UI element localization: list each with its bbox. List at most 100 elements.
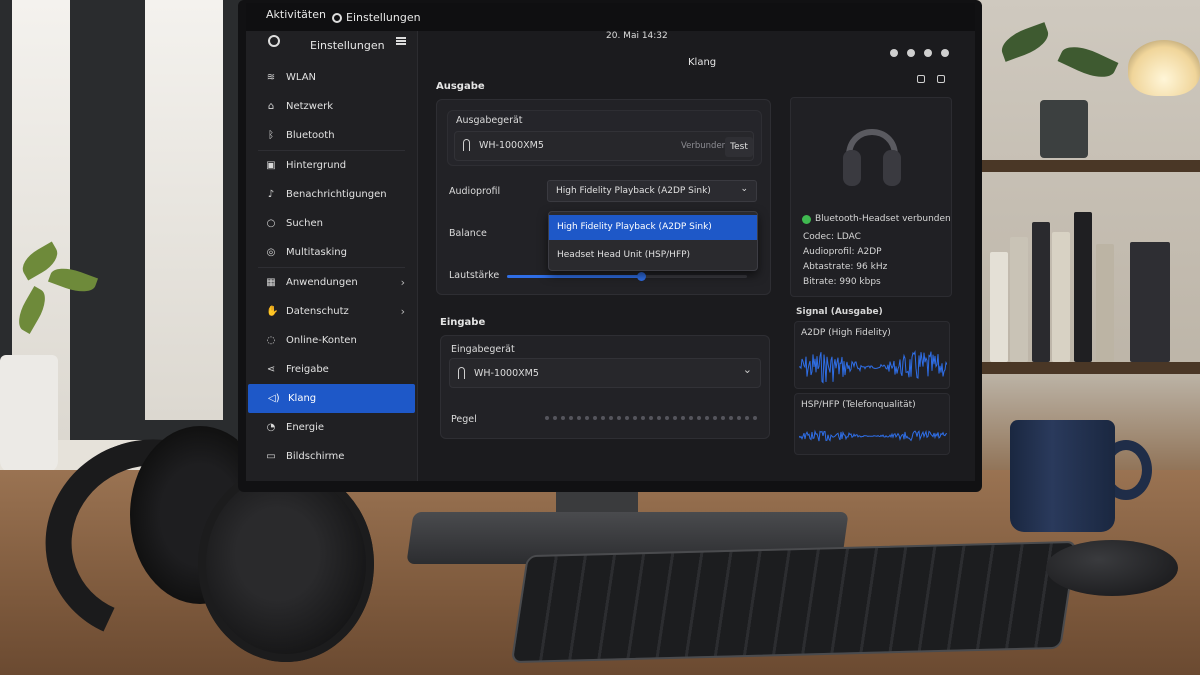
tray-icon[interactable] <box>924 49 932 57</box>
keyboard <box>510 540 1078 664</box>
balance-label: Balance <box>449 228 487 239</box>
input-level-meter <box>545 416 757 420</box>
sidebar-item-hintergrund[interactable]: ▣ Hintergrund <box>246 151 417 180</box>
sidebar-item-bildschirme[interactable]: ▭ Bildschirme <box>246 442 417 471</box>
dropdown-option-hsp-hfp[interactable]: Headset Head Unit (HSP/HFP) <box>549 243 757 268</box>
samplerate-info: Abtastrate: 96 kHz <box>803 262 888 272</box>
book <box>1010 237 1028 362</box>
wifi-icon: ≋ <box>266 72 276 83</box>
input-device-label: Eingabegerät <box>451 344 515 355</box>
audio-profile-label: Audioprofil <box>449 186 501 197</box>
sidebar-item-label: Hintergrund <box>286 160 347 171</box>
sidebar-item-label: WLAN <box>286 72 317 83</box>
waveform-hsp <box>799 429 947 442</box>
waveform-a2dp-card: A2DP (High Fidelity) <box>794 321 950 389</box>
volume-slider[interactable] <box>507 272 747 281</box>
sidebar: Einstellungen ≋ WLAN ⌂ Netzwerk ᛒ Bluetooth… <box>246 31 418 481</box>
sidebar-item-netzwerk[interactable]: ⌂ Netzwerk <box>246 92 417 121</box>
tray-icon[interactable] <box>907 49 915 57</box>
sidebar-item-label: Energie <box>286 422 325 433</box>
book <box>1096 244 1114 362</box>
headphones-icon <box>463 139 470 151</box>
audio-profile-select[interactable]: High Fidelity Playback (A2DP Sink) ⌄ <box>547 180 757 202</box>
volume-slider-handle[interactable] <box>637 272 647 281</box>
book <box>1130 242 1170 362</box>
output-device-label: Ausgabegerät <box>456 115 523 126</box>
plant-leaf <box>1057 39 1119 85</box>
sidebar-item-label: Anwendungen <box>286 277 358 288</box>
info-icon[interactable] <box>937 75 945 83</box>
system-tray <box>890 49 949 57</box>
headphones-icon <box>458 367 465 379</box>
dropdown-option-a2dp[interactable]: High Fidelity Playback (A2DP Sink) <box>549 215 757 240</box>
waveform-a2dp-label: A2DP (High Fidelity) <box>801 328 891 338</box>
power-icon: ◔ <box>266 422 276 433</box>
apps-grid-icon: ▦ <box>266 277 276 288</box>
sidebar-item-benachrichtigungen[interactable]: ♪ Benachrichtigungen <box>246 180 417 209</box>
tray-icon[interactable] <box>941 49 949 57</box>
app-menu[interactable]: Einstellungen <box>332 11 421 24</box>
copy-icon[interactable] <box>917 75 925 83</box>
bluetooth-status: Bluetooth-Headset verbunden <box>815 214 951 224</box>
sidebar-item-bluetooth[interactable]: ᛒ Bluetooth <box>246 121 417 150</box>
sidebar-item-wlan[interactable]: ≋ WLAN <box>246 63 417 92</box>
share-icon: ⋖ <box>266 364 276 375</box>
check-circle-icon <box>802 215 811 224</box>
activities-button[interactable]: Aktivitäten <box>266 8 326 21</box>
window-pane <box>145 0 223 420</box>
chevron-right-icon: › <box>400 305 405 318</box>
sidebar-item-label: Online-Konten <box>286 335 357 346</box>
audio-profile-dropdown: High Fidelity Playback (A2DP Sink) Heads… <box>548 211 758 271</box>
sidebar-item-multitasking[interactable]: ◎ Multitasking <box>246 238 417 267</box>
sidebar-item-energie[interactable]: ◔ Energie <box>246 413 417 442</box>
sidebar-item-label: Benachrichtigungen <box>286 189 387 200</box>
sidebar-header: Einstellungen <box>246 31 417 63</box>
online-accounts-icon: ◌ <box>266 335 276 346</box>
input-device-select[interactable]: WH-1000XM5 ⌄ <box>449 358 761 388</box>
sidebar-item-label: Bildschirme <box>286 451 345 462</box>
speaker-icon: ◁) <box>268 393 280 404</box>
sidebar-item-label: Datenschutz <box>286 306 349 317</box>
input-card: Eingabegerät WH-1000XM5 ⌄ Pegel <box>440 335 770 439</box>
book <box>990 252 1008 362</box>
app-menu-label: Einstellungen <box>346 11 421 24</box>
search-icon[interactable] <box>268 35 280 47</box>
sidebar-item-datenschutz[interactable]: ✋ Datenschutz › <box>246 297 417 326</box>
tray-icon[interactable] <box>890 49 898 57</box>
sidebar-item-klang[interactable]: ◁) Klang <box>248 384 415 413</box>
gear-icon <box>332 12 342 23</box>
sidebar-item-anwendungen[interactable]: ▦ Anwendungen › <box>246 268 417 297</box>
volume-label: Lautstärke <box>449 270 500 281</box>
background-icon: ▣ <box>266 160 276 171</box>
section-title-output: Ausgabe <box>436 81 485 92</box>
monitor: Aktivitäten Einstellungen 20. Mai 14:32 … <box>238 0 982 492</box>
multitasking-icon: ◎ <box>266 247 276 258</box>
waveform-hsp-label: HSP/HFP (Telefonqualität) <box>801 400 916 410</box>
output-device-row[interactable]: WH-1000XM5 Verbunden Test <box>454 131 754 161</box>
hamburger-menu-icon[interactable] <box>396 37 406 45</box>
page-title: Klang <box>688 57 717 68</box>
content-panel: Klang Ausgabe Ausgabegerät WH-1000XM5 Ve… <box>418 31 975 481</box>
display-icon: ▭ <box>266 451 276 462</box>
test-button[interactable]: Test <box>725 137 753 157</box>
sidebar-item-online-konten[interactable]: ◌ Online-Konten <box>246 326 417 355</box>
search-icon: ○ <box>266 218 276 229</box>
book <box>1032 222 1050 362</box>
output-device-group: Ausgabegerät WH-1000XM5 Verbunden Test <box>447 110 762 166</box>
bluetooth-status-card: Bluetooth-Headset verbunden Codec: LDAC … <box>790 97 952 297</box>
volume-slider-fill <box>507 275 642 278</box>
book <box>1052 232 1070 362</box>
sidebar-item-label: Freigabe <box>286 364 329 375</box>
wall-shelf <box>975 362 1200 374</box>
sidebar-item-label: Bluetooth <box>286 130 335 141</box>
codec-info: Codec: LDAC <box>803 232 861 242</box>
network-icon: ⌂ <box>267 101 275 112</box>
plant-leaf <box>997 22 1053 62</box>
sidebar-item-freigabe[interactable]: ⋖ Freigabe <box>246 355 417 384</box>
signal-title: Signal (Ausgabe) <box>796 307 883 317</box>
sidebar-item-suchen[interactable]: ○ Suchen <box>246 209 417 238</box>
waveform-hsp-card: HSP/HFP (Telefonqualität) <box>794 393 950 455</box>
sidebar-title: Einstellungen <box>310 39 385 52</box>
input-level-label: Pegel <box>451 414 477 425</box>
clock[interactable]: 20. Mai 14:32 <box>606 31 668 41</box>
